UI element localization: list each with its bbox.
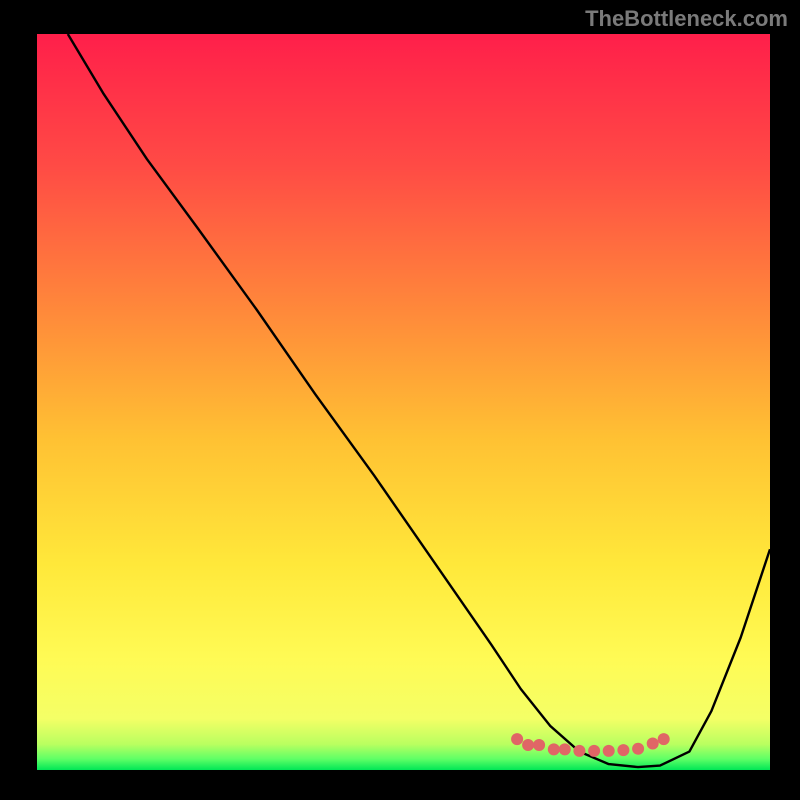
gradient-background bbox=[37, 34, 770, 770]
optimal-point bbox=[617, 744, 629, 756]
bottleneck-chart bbox=[0, 0, 800, 800]
optimal-point bbox=[511, 733, 523, 745]
optimal-point bbox=[632, 743, 644, 755]
optimal-point bbox=[559, 743, 571, 755]
optimal-point bbox=[658, 733, 670, 745]
optimal-point bbox=[548, 743, 560, 755]
optimal-point bbox=[647, 738, 659, 750]
optimal-point bbox=[573, 745, 585, 757]
optimal-point bbox=[522, 739, 534, 751]
optimal-point bbox=[533, 739, 545, 751]
watermark-label: TheBottleneck.com bbox=[585, 6, 788, 32]
chart-container: TheBottleneck.com bbox=[0, 0, 800, 800]
optimal-point bbox=[603, 745, 615, 757]
optimal-point bbox=[588, 745, 600, 757]
